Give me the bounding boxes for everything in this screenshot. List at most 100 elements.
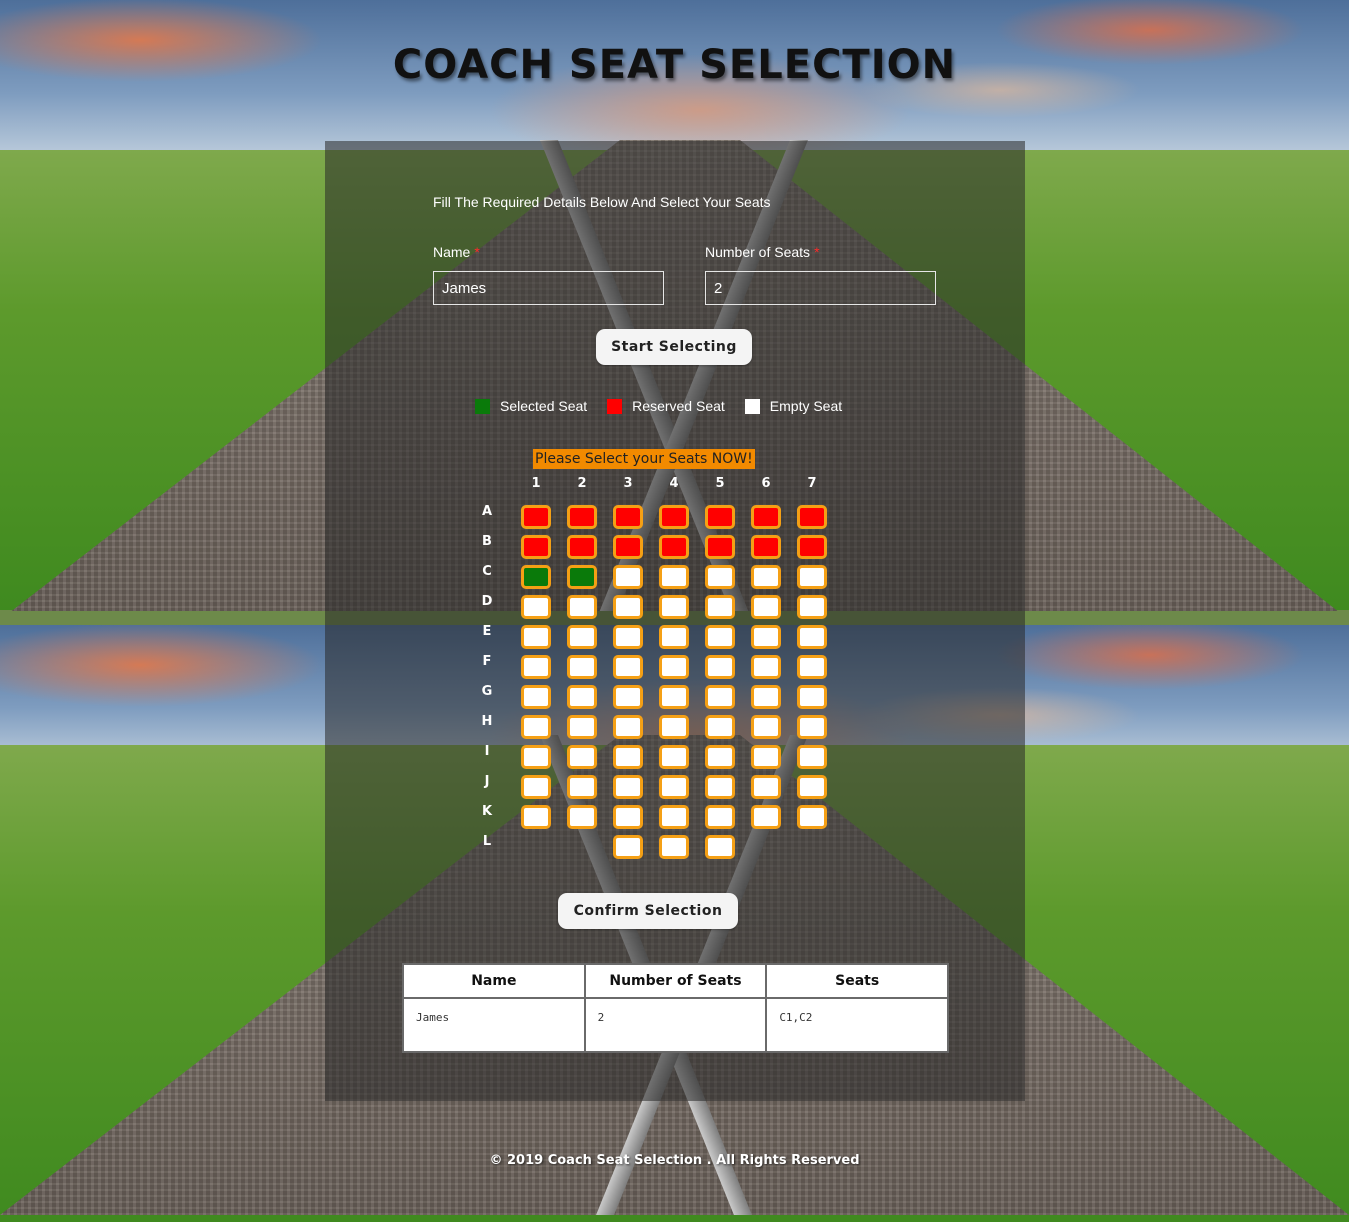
- seat-h4[interactable]: [659, 715, 689, 739]
- row-letter-h: H: [481, 714, 493, 729]
- seat-c7[interactable]: [797, 565, 827, 589]
- seat-i7[interactable]: [797, 745, 827, 769]
- confirm-selection-button[interactable]: Confirm Selection: [558, 893, 738, 929]
- reserved-swatch: [607, 398, 623, 414]
- seat-k7[interactable]: [797, 805, 827, 829]
- seat-j7[interactable]: [797, 775, 827, 799]
- seat-h3[interactable]: [613, 715, 643, 739]
- seat-j4[interactable]: [659, 775, 689, 799]
- seat-j6[interactable]: [751, 775, 781, 799]
- seat-f2[interactable]: [567, 655, 597, 679]
- seat-d3[interactable]: [613, 595, 643, 619]
- seat-c3[interactable]: [613, 565, 643, 589]
- seat-g5[interactable]: [705, 685, 735, 709]
- seat-h5[interactable]: [705, 715, 735, 739]
- seat-f1[interactable]: [521, 655, 551, 679]
- seat-j1[interactable]: [521, 775, 551, 799]
- seat-h6[interactable]: [751, 715, 781, 739]
- seat-e7[interactable]: [797, 625, 827, 649]
- seat-e2[interactable]: [567, 625, 597, 649]
- seat-a7[interactable]: [797, 505, 827, 529]
- seat-k3[interactable]: [613, 805, 643, 829]
- seat-i5[interactable]: [705, 745, 735, 769]
- seat-i3[interactable]: [613, 745, 643, 769]
- summary-header-seats: Seats: [765, 963, 949, 999]
- seat-b7[interactable]: [797, 535, 827, 559]
- seat-j5[interactable]: [705, 775, 735, 799]
- seat-a1[interactable]: [521, 505, 551, 529]
- seat-f7[interactable]: [797, 655, 827, 679]
- seat-l3[interactable]: [613, 835, 643, 859]
- seat-d6[interactable]: [751, 595, 781, 619]
- seat-h7[interactable]: [797, 715, 827, 739]
- name-label: Name *: [433, 244, 480, 260]
- seat-k6[interactable]: [751, 805, 781, 829]
- seat-j2[interactable]: [567, 775, 597, 799]
- seat-g6[interactable]: [751, 685, 781, 709]
- seat-k2[interactable]: [567, 805, 597, 829]
- seat-l4[interactable]: [659, 835, 689, 859]
- seat-d1[interactable]: [521, 595, 551, 619]
- seat-i4[interactable]: [659, 745, 689, 769]
- seat-d2[interactable]: [567, 595, 597, 619]
- seat-c2[interactable]: [567, 565, 597, 589]
- column-number-1: 1: [531, 476, 541, 491]
- seat-a2[interactable]: [567, 505, 597, 529]
- seat-f3[interactable]: [613, 655, 643, 679]
- legend-selected: Selected Seat: [475, 398, 587, 414]
- seat-e6[interactable]: [751, 625, 781, 649]
- row-letter-e: E: [482, 624, 492, 639]
- summary-cell-seats: C1,C2: [765, 997, 949, 1053]
- seat-k5[interactable]: [705, 805, 735, 829]
- seat-d4[interactable]: [659, 595, 689, 619]
- seats-count-input[interactable]: [705, 271, 936, 305]
- seat-d5[interactable]: [705, 595, 735, 619]
- seat-c6[interactable]: [751, 565, 781, 589]
- start-selecting-button[interactable]: Start Selecting: [596, 329, 752, 365]
- seat-b4[interactable]: [659, 535, 689, 559]
- seat-d7[interactable]: [797, 595, 827, 619]
- seat-k4[interactable]: [659, 805, 689, 829]
- seat-g4[interactable]: [659, 685, 689, 709]
- name-input[interactable]: [433, 271, 664, 305]
- seat-e1[interactable]: [521, 625, 551, 649]
- seat-g2[interactable]: [567, 685, 597, 709]
- summary-cell-name: James: [402, 997, 586, 1053]
- seat-a3[interactable]: [613, 505, 643, 529]
- seat-f6[interactable]: [751, 655, 781, 679]
- seat-g1[interactable]: [521, 685, 551, 709]
- booking-summary-table: Name Number of Seats Seats James 2 C1,C2: [402, 963, 949, 1053]
- seat-j3[interactable]: [613, 775, 643, 799]
- seat-g3[interactable]: [613, 685, 643, 709]
- seat-e4[interactable]: [659, 625, 689, 649]
- seat-k1[interactable]: [521, 805, 551, 829]
- seat-i6[interactable]: [751, 745, 781, 769]
- seat-c5[interactable]: [705, 565, 735, 589]
- legend-reserved-label: Reserved Seat: [632, 398, 725, 414]
- seat-i2[interactable]: [567, 745, 597, 769]
- seat-g7[interactable]: [797, 685, 827, 709]
- seat-e5[interactable]: [705, 625, 735, 649]
- seat-i1[interactable]: [521, 745, 551, 769]
- seat-h1[interactable]: [521, 715, 551, 739]
- seat-h2[interactable]: [567, 715, 597, 739]
- seat-f4[interactable]: [659, 655, 689, 679]
- seat-a5[interactable]: [705, 505, 735, 529]
- legend-empty-label: Empty Seat: [769, 398, 843, 414]
- seat-a6[interactable]: [751, 505, 781, 529]
- seat-b6[interactable]: [751, 535, 781, 559]
- seat-c1[interactable]: [521, 565, 551, 589]
- seat-l5[interactable]: [705, 835, 735, 859]
- seat-f5[interactable]: [705, 655, 735, 679]
- seat-b2[interactable]: [567, 535, 597, 559]
- seat-e3[interactable]: [613, 625, 643, 649]
- seat-a4[interactable]: [659, 505, 689, 529]
- legend-empty: Empty Seat: [744, 398, 843, 414]
- column-number-7: 7: [807, 476, 817, 491]
- intro-text: Fill The Required Details Below And Sele…: [433, 194, 771, 210]
- column-number-3: 3: [623, 476, 633, 491]
- seat-c4[interactable]: [659, 565, 689, 589]
- seat-b3[interactable]: [613, 535, 643, 559]
- seat-b1[interactable]: [521, 535, 551, 559]
- seat-b5[interactable]: [705, 535, 735, 559]
